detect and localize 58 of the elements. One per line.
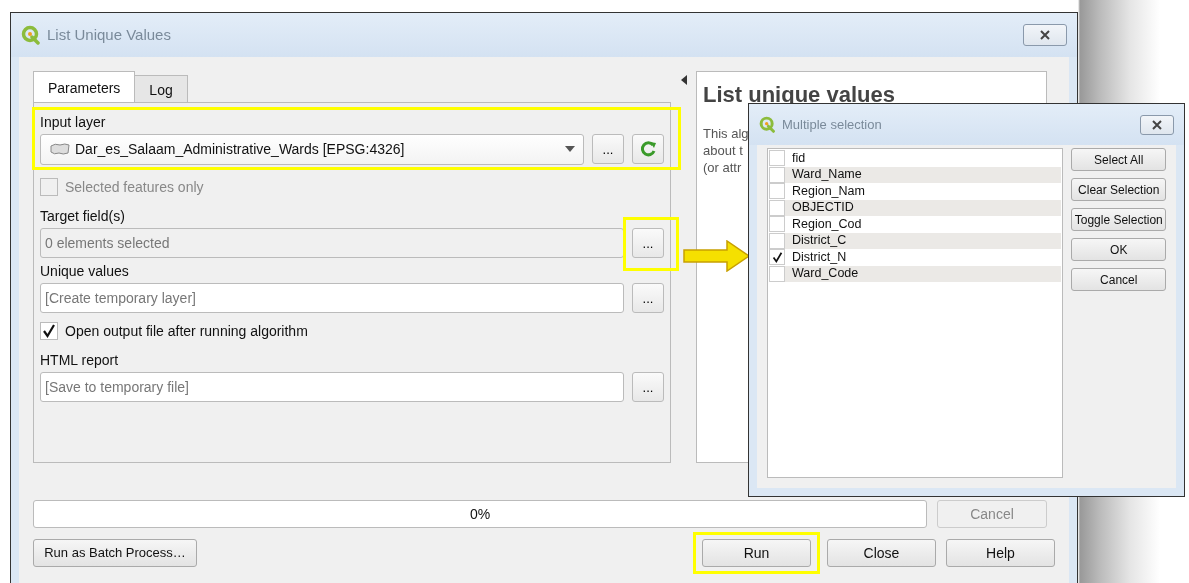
checkbox[interactable] <box>769 166 785 183</box>
window-title: List Unique Values <box>47 24 171 45</box>
app-logo-icon <box>21 25 41 45</box>
checkbox[interactable] <box>40 322 58 340</box>
tab[interactable]: Log <box>134 75 188 102</box>
polygon-layer-icon <box>49 142 71 156</box>
dropdown-arrow-icon <box>565 146 575 152</box>
help-title: List unique values <box>703 81 896 109</box>
field-name[interactable]: Region_Cod <box>792 214 862 234</box>
help-text: about t <box>703 142 743 159</box>
collapse-arrow-icon <box>680 75 687 85</box>
dialog-title: Multiple selection <box>782 115 882 134</box>
check-icon <box>42 324 56 338</box>
callout-arrow <box>683 240 751 272</box>
checkbox[interactable] <box>769 150 785 167</box>
dropdown-value: Dar_es_Salaam_Administrative_Wards [EPSG:4326] <box>75 139 406 159</box>
dialog-button[interactable]: Select All <box>1071 148 1166 171</box>
dialog-button[interactable]: OK <box>1071 238 1166 261</box>
close-icon <box>1038 30 1052 40</box>
field-name[interactable]: District_N <box>792 247 847 267</box>
checkbox[interactable] <box>769 249 785 266</box>
close-button[interactable]: Close <box>827 539 936 567</box>
run-button[interactable]: Run <box>702 539 811 567</box>
field-label: Target field(s) <box>40 207 126 225</box>
tab[interactable]: Parameters <box>33 71 136 102</box>
check-icon <box>771 251 783 263</box>
browse-button[interactable]: ... <box>592 134 624 164</box>
field-label: Input layer <box>40 113 107 131</box>
checkbox[interactable] <box>769 183 785 200</box>
text-field[interactable]: [Create temporary layer] <box>40 283 624 313</box>
field-label: HTML report <box>40 351 120 369</box>
close-icon <box>1150 119 1164 130</box>
field-name[interactable]: Region_Nam <box>792 181 865 201</box>
dialog-button[interactable]: Cancel <box>1071 268 1166 291</box>
help-text: This alg <box>703 125 749 142</box>
dialog-button[interactable]: Clear Selection <box>1071 178 1166 201</box>
checkbox[interactable] <box>769 216 785 233</box>
checkbox[interactable] <box>769 265 785 282</box>
checkbox-label: Selected features only <box>65 177 204 197</box>
dialog-button[interactable]: Toggle Selection <box>1071 208 1166 231</box>
browse-button[interactable]: ... <box>632 372 664 402</box>
browse-button[interactable]: ... <box>632 283 664 313</box>
text-field[interactable]: [Save to temporary file] <box>40 372 624 402</box>
layer-dropdown[interactable]: Dar_es_Salaam_Administrative_Wards [EPSG:4326] <box>40 133 584 165</box>
help-button[interactable]: Help <box>946 539 1055 567</box>
checkbox[interactable] <box>769 199 785 216</box>
checkbox-label: Open output file after running algorithm <box>65 321 308 341</box>
batch-process-button[interactable]: Run as Batch Process… <box>33 539 197 567</box>
close-button[interactable] <box>1023 24 1067 46</box>
refresh-icon <box>638 139 658 159</box>
help-text: (or attr <box>703 159 742 176</box>
progress-text: 0% <box>469 504 491 524</box>
refresh-button[interactable] <box>632 134 664 164</box>
checkbox[interactable] <box>769 232 785 249</box>
field-label: Unique values <box>40 262 130 280</box>
field-name[interactable]: fid <box>792 148 806 168</box>
app-logo-icon <box>759 116 776 133</box>
close-button[interactable] <box>1140 114 1174 135</box>
